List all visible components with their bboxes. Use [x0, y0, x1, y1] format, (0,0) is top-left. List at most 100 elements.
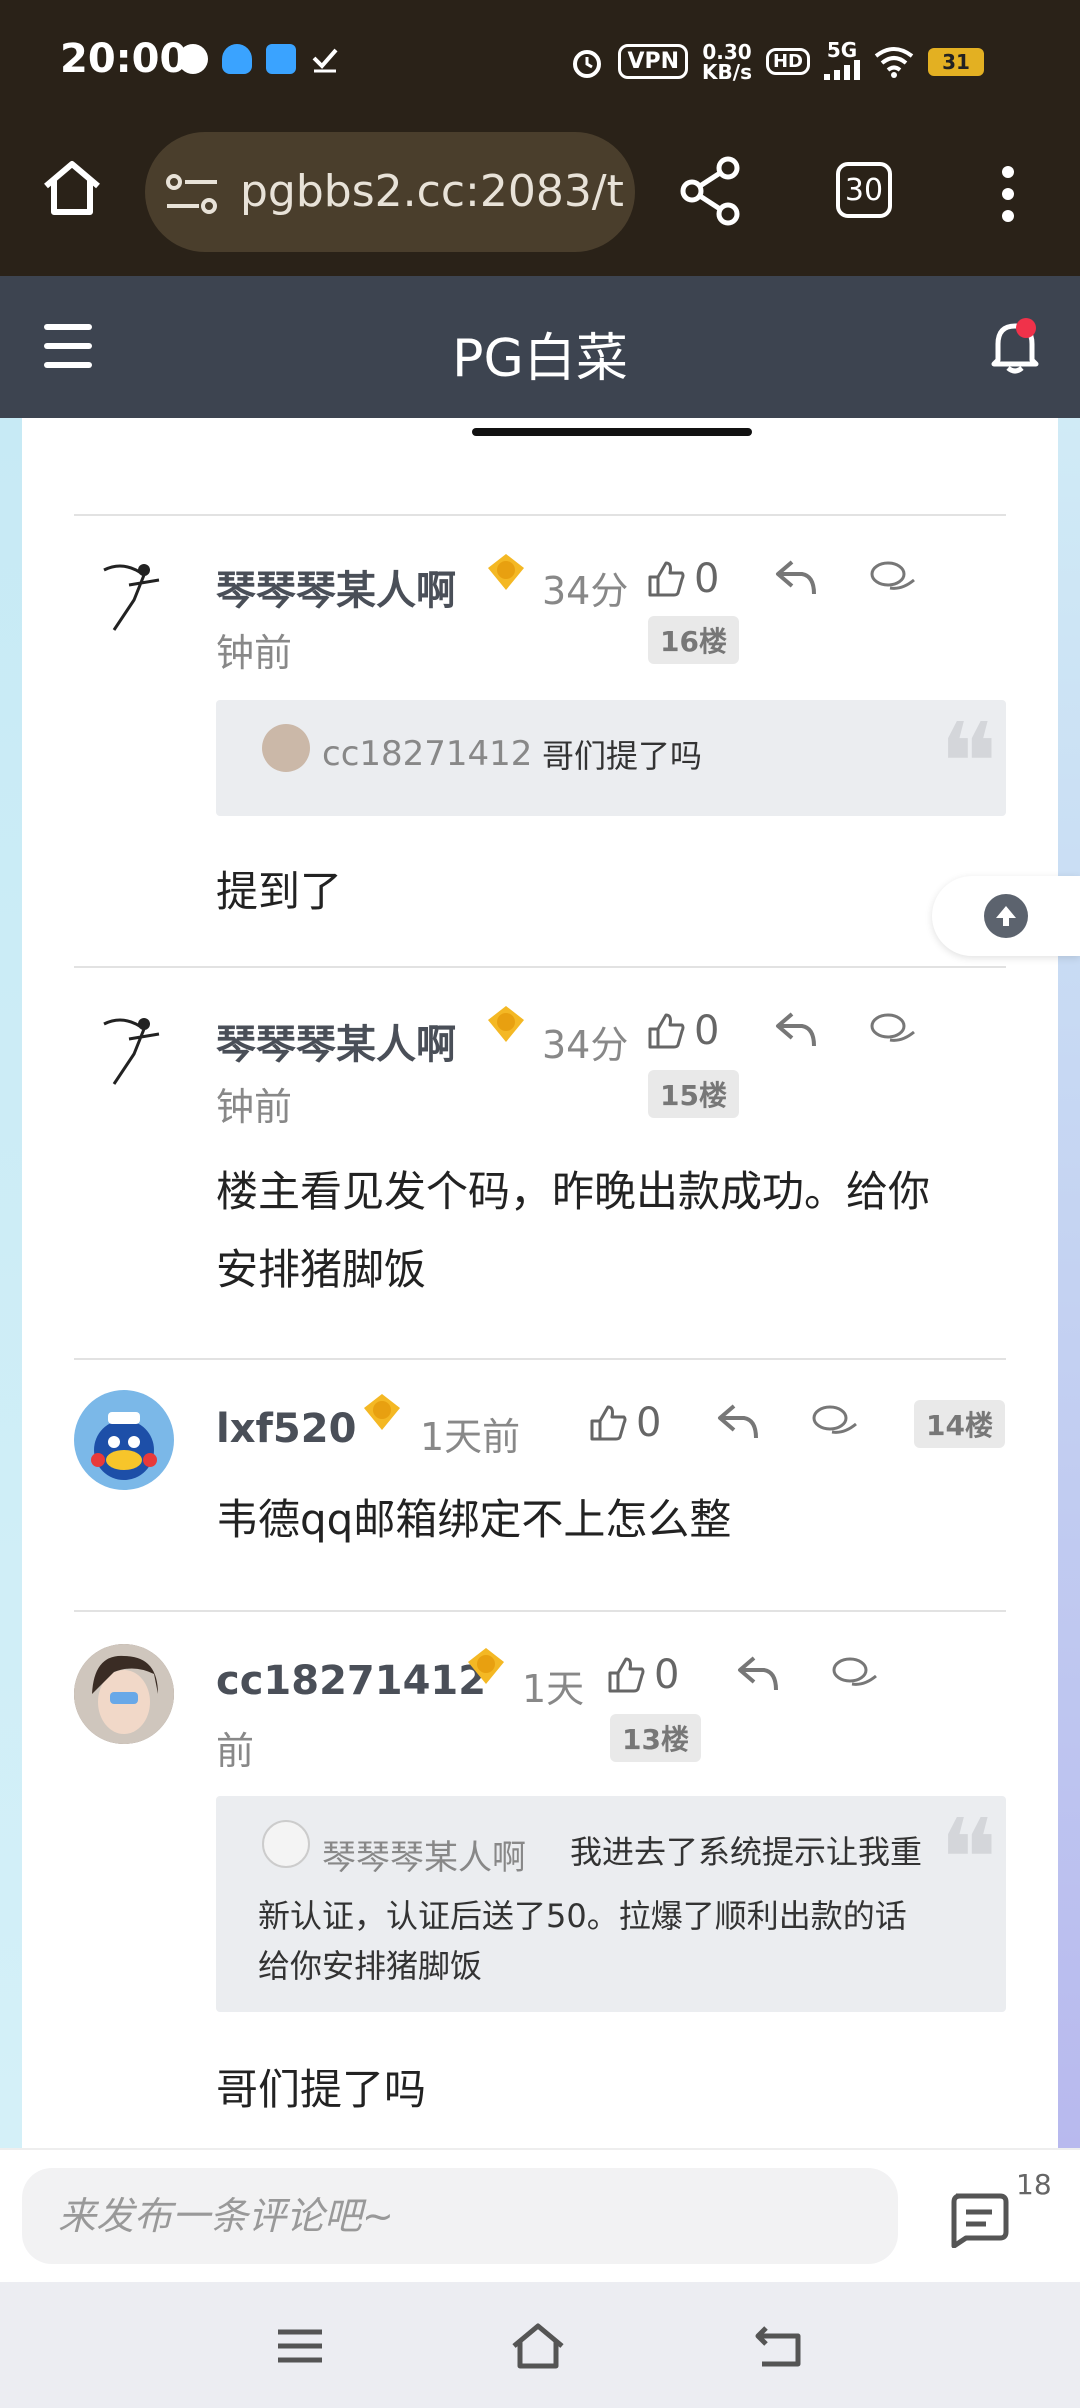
quote-username[interactable]: 琴琴琴某人啊	[322, 1830, 526, 1879]
level-badge-icon	[468, 1648, 504, 1684]
comment-time-cont: 前	[216, 1729, 255, 1773]
home-nav-icon[interactable]	[510, 2322, 566, 2370]
comment-text: 楼主看见发个码，昨晚出款成功。给你	[216, 1167, 931, 1216]
recent-apps-icon[interactable]	[272, 2322, 328, 2370]
reply-icon[interactable]	[774, 1010, 818, 1050]
avatar[interactable]	[74, 994, 174, 1094]
comment-text-cont: 安排猪脚饭	[216, 1245, 427, 1294]
comment-text: 韦德qq邮箱绑定不上怎么整	[216, 1495, 732, 1544]
avatar[interactable]	[74, 540, 174, 640]
network-type: 5G	[826, 38, 858, 62]
signal-indicator: 5G	[824, 40, 860, 83]
system-navigation-bar	[0, 2282, 1080, 2408]
thumbs-up-icon	[648, 1013, 685, 1049]
floor-badge: 16楼	[648, 616, 739, 664]
quote-mark-icon: ❝	[938, 1795, 998, 1923]
avatar[interactable]	[74, 1644, 174, 1744]
check-icon	[312, 48, 338, 73]
reply-icon[interactable]	[736, 1654, 780, 1694]
comment-text: 哥们提了吗	[216, 2065, 427, 2114]
back-to-top-button[interactable]	[932, 876, 1080, 956]
qq-icon	[222, 44, 252, 74]
site-header: PG白菜	[0, 276, 1080, 418]
comment-username[interactable]: cc18271412	[216, 1658, 486, 1704]
notification-dot	[1016, 318, 1036, 338]
more-menu-icon[interactable]	[996, 166, 1020, 226]
quote-text: 哥们提了吗	[542, 737, 703, 775]
like-button[interactable]: 0	[588, 1400, 661, 1446]
comment-time-cont: 钟前	[216, 1085, 293, 1129]
site-settings-icon[interactable]	[165, 174, 219, 214]
level-badge-icon	[364, 1394, 400, 1430]
home-icon[interactable]	[40, 156, 104, 220]
comment-icon[interactable]	[868, 558, 918, 598]
quote-text-cont: 给你安排猪脚饭	[258, 1947, 483, 1985]
thumbs-up-icon	[648, 561, 685, 597]
divider	[74, 1358, 1006, 1360]
comment-count: 18	[1016, 2168, 1052, 2201]
comment-icon[interactable]	[810, 1402, 860, 1442]
level-badge-icon	[488, 554, 524, 590]
page-background-left	[0, 418, 22, 2148]
floor-badge: 13楼	[610, 1714, 701, 1762]
arrow-up-icon	[984, 894, 1028, 938]
avatar[interactable]	[74, 1390, 174, 1490]
page-background-right	[1058, 418, 1080, 2148]
reply-icon[interactable]	[774, 558, 818, 598]
browser-toolbar: pgbbs2.cc:2083/t 30	[0, 126, 1080, 276]
battery-icon: 31	[928, 47, 984, 76]
comment-text: 提到了	[216, 867, 343, 916]
thumbs-up-icon	[608, 1657, 645, 1693]
status-bar: 20:00 VPN 0.30 KB/s HD 5G 31	[0, 0, 1080, 126]
comment-time: 1天	[522, 1667, 585, 1711]
thumbs-up-icon	[590, 1405, 627, 1441]
comment-time: 1天前	[420, 1415, 521, 1459]
quote-avatar	[262, 1820, 310, 1868]
like-button[interactable]: 0	[606, 1652, 679, 1698]
reply-icon[interactable]	[716, 1402, 760, 1442]
comment-username[interactable]: 琴琴琴某人啊	[216, 558, 456, 616]
quote-avatar	[262, 724, 310, 772]
comment-icon[interactable]	[830, 1654, 880, 1694]
like-count: 0	[694, 1008, 720, 1054]
divider	[74, 1610, 1006, 1612]
comment-time: 34分	[542, 569, 629, 613]
wifi-icon	[874, 46, 914, 78]
floor-badge: 15楼	[648, 1070, 739, 1118]
quote-text-cont: 新认证，认证后送了50。拉爆了顺利出款的话	[258, 1897, 907, 1935]
back-nav-icon[interactable]	[752, 2322, 808, 2370]
site-title: PG白菜	[452, 329, 628, 389]
status-time: 20:00	[60, 36, 188, 82]
floor-badge: 14楼	[914, 1400, 1005, 1448]
like-count: 0	[654, 1652, 680, 1698]
comments-count-icon[interactable]	[946, 2192, 1010, 2248]
alarm-icon	[573, 49, 602, 78]
divider	[74, 966, 1006, 968]
comment-icon[interactable]	[868, 1010, 918, 1050]
sheet-handle[interactable]	[472, 428, 752, 436]
comment-username[interactable]: lxf520	[216, 1406, 356, 1452]
signal-icon	[824, 60, 860, 80]
status-right: VPN 0.30 KB/s HD 5G 31	[570, 40, 984, 83]
level-badge-icon	[488, 1006, 524, 1042]
comment-time-cont: 钟前	[216, 631, 293, 675]
speed-unit: KB/s	[702, 59, 752, 84]
comment-compose-bar: 来发布一条评论吧~ 18	[0, 2148, 1080, 2282]
message-icon	[178, 44, 208, 74]
like-count: 0	[636, 1400, 662, 1446]
like-button[interactable]: 0	[646, 556, 719, 602]
comment-username[interactable]: 琴琴琴某人啊	[216, 1012, 456, 1070]
hd-indicator: HD	[765, 48, 810, 75]
share-icon[interactable]	[680, 156, 744, 226]
comment-input[interactable]: 来发布一条评论吧~	[22, 2168, 898, 2264]
tab-switcher-button[interactable]: 30	[836, 162, 892, 218]
network-speed: 0.30 KB/s	[702, 42, 752, 82]
notification-icons	[178, 44, 340, 74]
divider	[74, 514, 1006, 516]
quote-text: 我进去了系统提示让我重	[570, 1833, 923, 1871]
quote-mark-icon: ❝	[938, 699, 998, 827]
telegram-icon	[266, 44, 296, 74]
like-button[interactable]: 0	[646, 1008, 719, 1054]
like-count: 0	[694, 556, 720, 602]
quote-username[interactable]: cc18271412	[322, 734, 532, 774]
